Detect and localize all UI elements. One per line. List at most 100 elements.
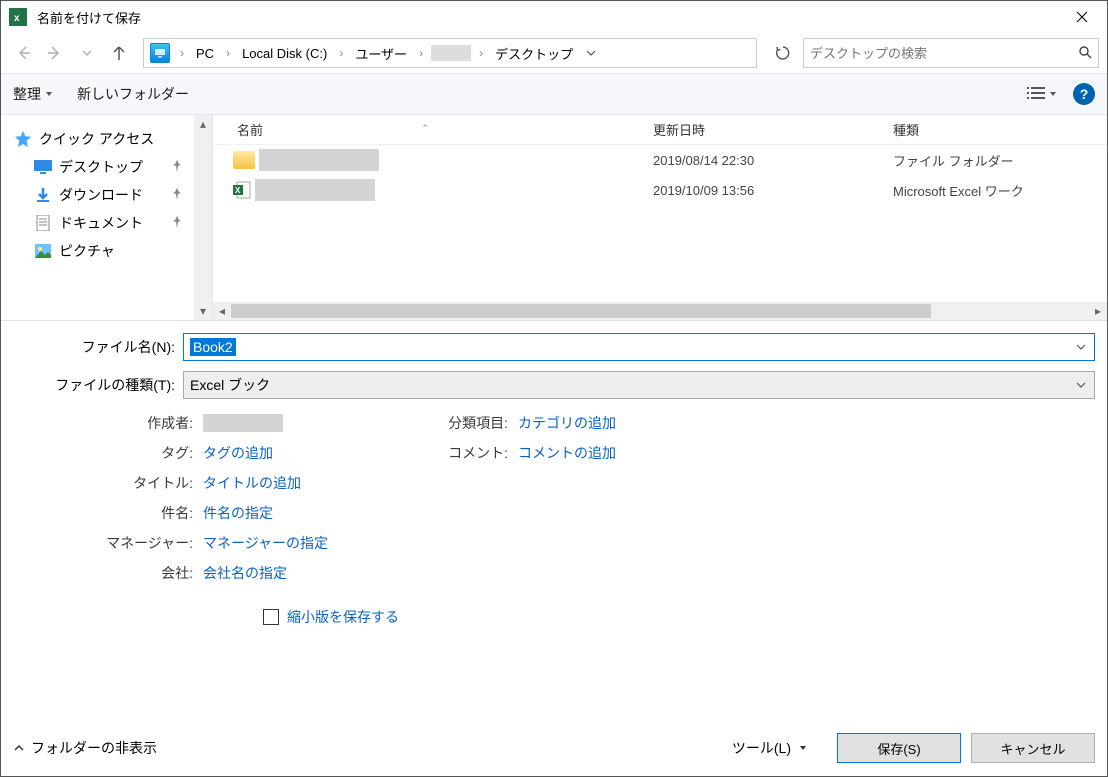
desktop-icon [33,157,53,177]
chevron-right-icon[interactable]: › [220,46,236,60]
chevron-down-icon[interactable] [1070,339,1092,355]
document-icon [33,213,53,233]
sidebar-item-label: ピクチャ [59,241,115,261]
breadcrumb-bar[interactable]: › PC › Local Disk (C:) › ユーザー › › デスクトップ [143,38,757,68]
title-input[interactable]: タイトルの追加 [203,473,301,493]
breadcrumb-users[interactable]: ユーザー [349,39,413,67]
sidebar-item-label: ダウンロード [59,185,143,205]
file-date: 2019/10/09 13:56 [653,183,893,198]
chevron-right-icon[interactable]: › [333,46,349,60]
author-value[interactable] [203,414,283,432]
comment-input[interactable]: コメントの追加 [518,443,616,463]
filetype-label: ファイルの種類(T): [13,375,183,395]
column-date[interactable]: 更新日時 [653,120,893,139]
category-label: 分類項目: [398,413,518,433]
chevron-down-icon[interactable] [1070,377,1092,393]
manager-input[interactable]: マネージャーの指定 [203,533,328,553]
column-type[interactable]: 種類 [893,120,1107,139]
file-name-redacted [259,149,379,171]
search-box[interactable] [803,38,1099,68]
view-options-button[interactable] [1027,87,1057,101]
author-label: 作成者: [13,413,203,433]
dialog-footer: フォルダーの非表示 ツール(L) 保存(S) キャンセル [1,720,1107,776]
save-button[interactable]: 保存(S) [837,733,961,763]
subject-label: 件名: [13,503,203,523]
sidebar-item-desktop[interactable]: デスクトップ [1,153,212,181]
file-row-folder[interactable]: 2019/08/14 22:30 ファイル フォルダー [213,145,1107,175]
cancel-button[interactable]: キャンセル [971,733,1095,763]
file-type: Microsoft Excel ワーク [893,181,1107,200]
sidebar-quick-access[interactable]: クイック アクセス [1,125,212,153]
sidebar-item-documents[interactable]: ドキュメント [1,209,212,237]
breadcrumb-desktop[interactable]: デスクトップ [489,39,579,67]
metadata-grid: 作成者: タグ: タグの追加 タイトル: タイトルの追加 件名: 件名の指定 マ… [13,409,1095,583]
file-type: ファイル フォルダー [893,151,1107,170]
navigation-row: › PC › Local Disk (C:) › ユーザー › › デスクトップ [1,33,1107,73]
column-name[interactable]: 名前 [237,120,263,139]
filetype-value: Excel ブック [190,375,270,395]
new-folder-button[interactable]: 新しいフォルダー [77,84,189,104]
chevron-right-icon[interactable]: › [174,46,190,60]
search-input[interactable] [810,46,1078,61]
sort-indicator-icon: ˆ [423,122,427,137]
sidebar-item-label: クイック アクセス [39,129,154,149]
hide-folders-toggle[interactable]: フォルダーの非表示 [13,738,157,758]
sidebar-scrollbar[interactable]: ▴ ▾ [194,115,212,320]
pin-icon [172,160,182,175]
filename-label: ファイル名(N): [13,337,183,357]
company-input[interactable]: 会社名の指定 [203,563,287,583]
close-button[interactable] [1059,2,1105,32]
svg-text:X: X [235,186,241,195]
window-title: 名前を付けて保存 [37,8,141,27]
search-icon[interactable] [1078,45,1092,62]
svg-text:x: x [14,13,20,23]
breadcrumb-dropdown[interactable] [579,48,603,58]
forward-button[interactable] [41,39,69,67]
save-form: ファイル名(N): Book2 ファイルの種類(T): Excel ブック 作成… [1,321,1107,631]
hide-folders-label: フォルダーの非表示 [31,738,157,758]
toolbar: 整理 新しいフォルダー ? [1,73,1107,115]
category-input[interactable]: カテゴリの追加 [518,413,616,433]
download-icon [33,185,53,205]
star-icon [13,129,33,149]
file-row-excel[interactable]: X 2019/10/09 13:56 Microsoft Excel ワーク [213,175,1107,205]
excel-file-icon: X [233,181,251,199]
back-button[interactable] [9,39,37,67]
comment-label: コメント: [398,443,518,463]
excel-app-icon: x [9,8,27,26]
file-list-header[interactable]: 名前 ˆ 更新日時 種類 [213,115,1107,145]
save-thumbnail-checkbox[interactable]: 縮小版を保存する [263,607,1095,627]
recent-location-dropdown[interactable] [73,39,101,67]
explorer-area: クイック アクセス デスクトップ ダウンロード ドキュメント [1,115,1107,321]
sidebar-item-pictures[interactable]: ピクチャ [1,237,212,265]
checkbox-icon[interactable] [263,609,279,625]
chevron-right-icon[interactable]: › [473,46,489,60]
pin-icon [172,216,182,231]
file-list: 名前 ˆ 更新日時 種類 2019/08/14 22:30 ファイル フォルダー… [213,115,1107,320]
horizontal-scrollbar[interactable]: ◂ ▸ [213,302,1107,320]
sidebar-item-downloads[interactable]: ダウンロード [1,181,212,209]
pin-icon [172,188,182,203]
subject-input[interactable]: 件名の指定 [203,503,273,523]
breadcrumb-drive[interactable]: Local Disk (C:) [236,39,333,67]
chevron-down-icon [799,744,807,752]
manager-label: マネージャー: [13,533,203,553]
breadcrumb-username[interactable] [431,45,471,61]
chevron-right-icon[interactable]: › [413,46,429,60]
tag-input[interactable]: タグの追加 [203,443,273,463]
filetype-select[interactable]: Excel ブック [183,371,1095,399]
filename-input[interactable]: Book2 [183,333,1095,361]
save-thumbnail-label: 縮小版を保存する [287,607,399,627]
organize-menu[interactable]: 整理 [13,84,53,104]
folder-icon [233,151,255,169]
sidebar-item-label: ドキュメント [59,213,143,233]
file-name-redacted [255,179,375,201]
help-button[interactable]: ? [1073,83,1095,105]
breadcrumb-pc[interactable]: PC [190,39,220,67]
refresh-button[interactable] [767,38,799,68]
tools-menu[interactable]: ツール(L) [732,738,807,758]
sidebar: クイック アクセス デスクトップ ダウンロード ドキュメント [1,115,213,320]
pictures-icon [33,241,53,261]
filename-value: Book2 [190,338,236,356]
up-button[interactable] [105,39,133,67]
